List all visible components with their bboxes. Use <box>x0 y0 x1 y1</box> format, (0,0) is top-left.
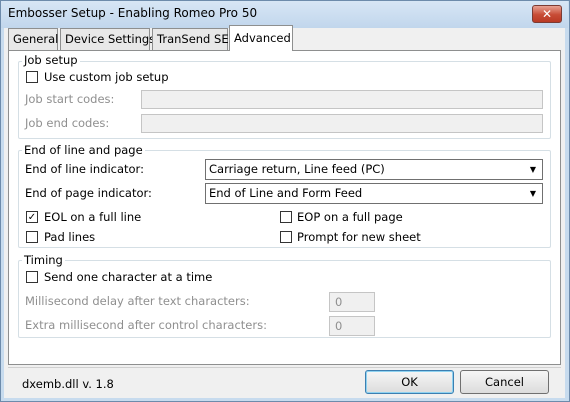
use-custom-job-setup-checkbox[interactable] <box>26 71 38 83</box>
ok-button[interactable]: OK <box>365 370 454 394</box>
end-of-line-legend: End of line and page <box>22 143 145 157</box>
ms-delay-input[interactable]: 0 <box>329 292 375 312</box>
eol-indicator-label: End of line indicator: <box>25 162 144 176</box>
eop-full-page-label: EOP on a full page <box>297 210 403 224</box>
chevron-down-icon[interactable]: ▼ <box>526 162 540 177</box>
eol-full-line-label: EOL on a full line <box>44 210 142 224</box>
pad-lines-checkbox[interactable] <box>26 231 38 243</box>
window-title: Embosser Setup - Enabling Romeo Pro 50 <box>8 6 258 20</box>
extra-ms-input[interactable]: 0 <box>329 316 375 336</box>
job-end-codes-input[interactable] <box>141 114 543 133</box>
job-start-codes-input[interactable] <box>141 90 543 109</box>
cancel-button[interactable]: Cancel <box>460 370 549 394</box>
tab-device-settings[interactable]: Device Settings <box>60 28 155 50</box>
footer-divider <box>8 367 561 368</box>
tab-advanced[interactable]: Advanced <box>229 25 293 51</box>
eop-full-page-checkbox[interactable] <box>280 211 292 223</box>
eol-indicator-select[interactable]: Carriage return, Line feed (PC) ▼ <box>205 159 543 180</box>
prompt-new-sheet-label: Prompt for new sheet <box>297 230 421 244</box>
tab-general[interactable]: General <box>8 28 58 50</box>
extra-ms-label: Extra millisecond after control characte… <box>25 318 267 332</box>
version-label: dxemb.dll v. 1.8 <box>22 377 114 391</box>
eop-indicator-select[interactable]: End of Line and Form Feed ▼ <box>205 183 543 204</box>
tab-transend-se[interactable]: TranSend SE <box>152 28 229 50</box>
close-button[interactable]: ✕ <box>532 5 562 23</box>
pad-lines-label: Pad lines <box>44 230 96 244</box>
eol-indicator-value: Carriage return, Line feed (PC) <box>209 162 385 176</box>
ms-delay-label: Millisecond delay after text characters: <box>25 294 250 308</box>
job-end-codes-label: Job end codes: <box>25 116 110 130</box>
send-one-char-checkbox[interactable] <box>26 271 38 283</box>
prompt-new-sheet-checkbox[interactable] <box>280 231 292 243</box>
eop-indicator-value: End of Line and Form Feed <box>209 186 363 200</box>
eop-indicator-label: End of page indicator: <box>25 186 152 200</box>
eol-full-line-checkbox[interactable]: ✓ <box>26 211 38 223</box>
timing-legend: Timing <box>22 253 65 267</box>
job-setup-legend: Job setup <box>22 53 80 67</box>
use-custom-job-setup-label: Use custom job setup <box>44 70 169 84</box>
job-start-codes-label: Job start codes: <box>25 92 115 106</box>
send-one-char-label: Send one character at a time <box>44 270 213 284</box>
chevron-down-icon[interactable]: ▼ <box>526 186 540 201</box>
